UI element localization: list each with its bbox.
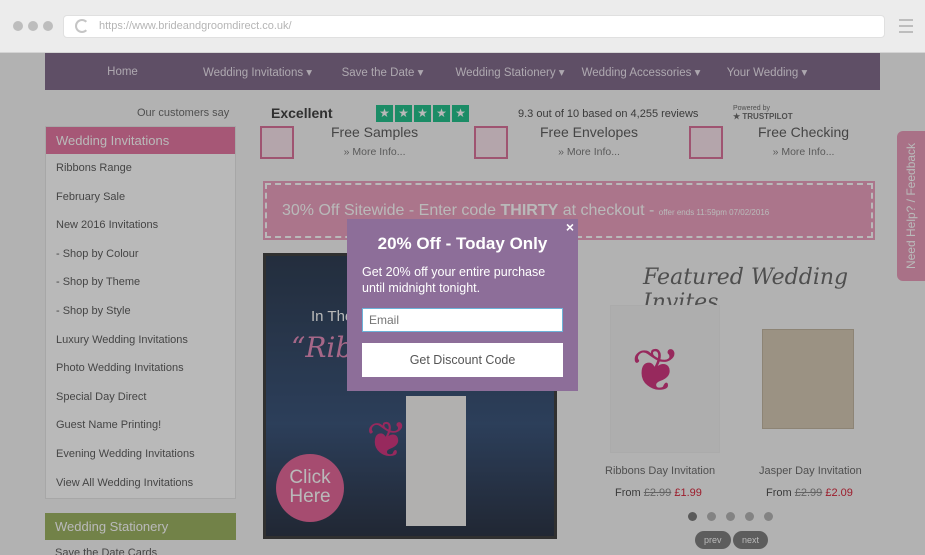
discount-modal: × 20% Off - Today Only Get 20% off your … [347, 219, 578, 391]
modal-title: 20% Off - Today Only [377, 234, 548, 253]
close-icon[interactable]: × [566, 219, 574, 235]
menu-icon[interactable] [899, 19, 913, 37]
web-page: Home Wedding Invitations ▾ Save the Date… [0, 53, 925, 555]
modal-description: Get 20% off your entire purchase until m… [362, 265, 546, 295]
email-field[interactable] [362, 308, 563, 332]
window-controls[interactable] [13, 21, 53, 31]
browser-chrome: https://www.brideandgroomdirect.co.uk/ [0, 0, 925, 53]
reload-icon[interactable] [75, 19, 89, 33]
address-bar[interactable]: https://www.brideandgroomdirect.co.uk/ [63, 15, 885, 38]
get-discount-button[interactable]: Get Discount Code [362, 343, 563, 377]
